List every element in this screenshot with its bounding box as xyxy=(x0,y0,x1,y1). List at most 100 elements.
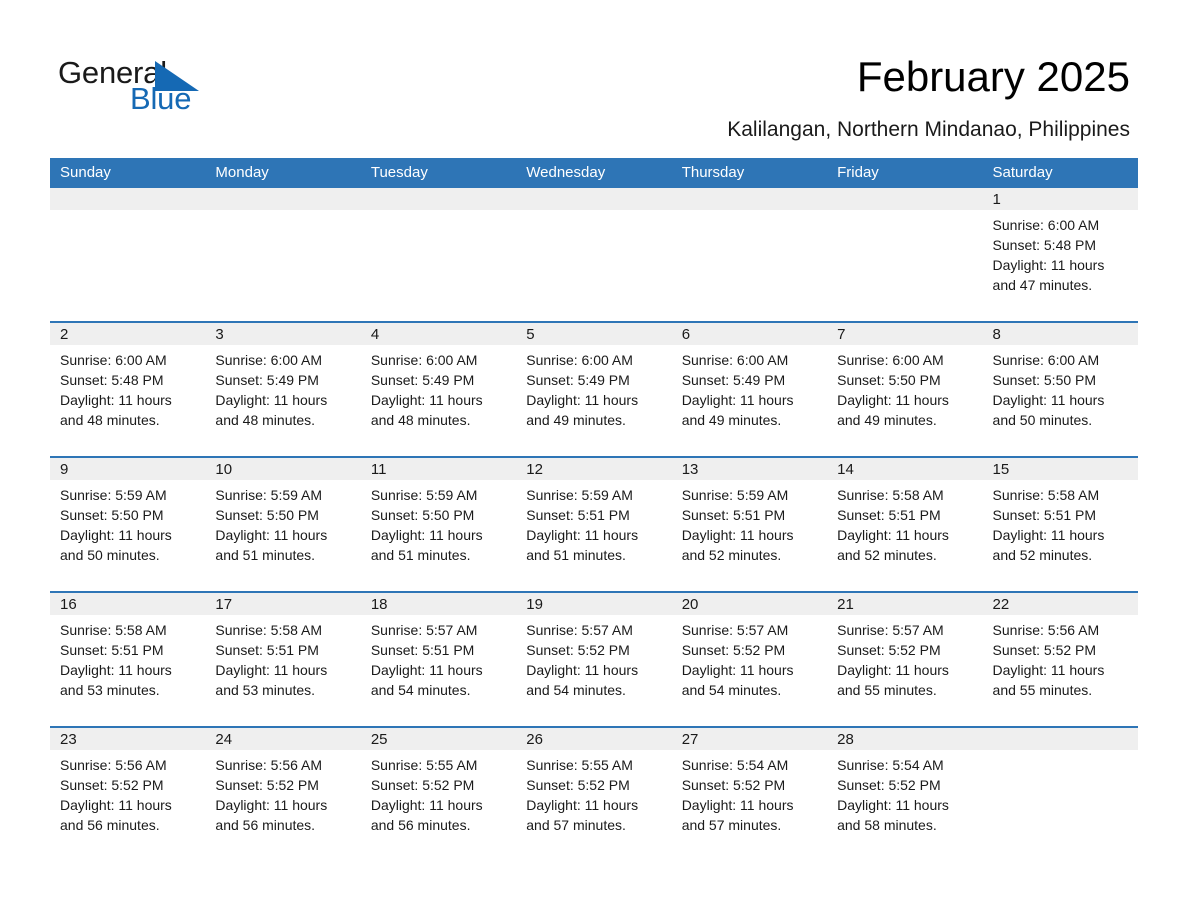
daylight-duration-line2: and 48 minutes. xyxy=(370,412,471,428)
day-cell-details xyxy=(50,210,205,215)
daylight-duration-line2: and 53 minutes. xyxy=(215,682,316,698)
sunrise-time: Sunrise: 5:59 AM xyxy=(526,487,633,503)
sunset-time: Sunset: 5:49 PM xyxy=(526,372,630,388)
sunrise-time: Sunrise: 5:56 AM xyxy=(60,757,167,773)
day-cell-inner: 16 Sunrise: 5:58 AM Sunset: 5:51 PM Dayligh… xyxy=(50,593,206,726)
calendar-day-cell[interactable]: 5 Sunrise: 6:00 AM Sunset: 5:49 PM Daylight… xyxy=(516,321,672,457)
daylight-duration-line1: Daylight: 11 hours xyxy=(60,662,172,678)
calendar-day-cell[interactable]: 27 Sunrise: 5:54 AM Sunset: 5:52 PM Dayligh… xyxy=(671,726,828,861)
calendar-day-cell[interactable]: 16 Sunrise: 5:58 AM Sunset: 5:51 PM Dayligh… xyxy=(50,591,206,727)
day-number: 13 xyxy=(671,458,828,480)
day-cell-details xyxy=(983,750,1138,755)
daylight-duration-line2: and 48 minutes. xyxy=(60,412,160,428)
sunset-time: Sunset: 5:52 PM xyxy=(837,642,941,658)
day-number xyxy=(360,188,517,210)
day-cell-inner: 17 Sunrise: 5:58 AM Sunset: 5:51 PM Dayligh… xyxy=(205,593,361,726)
calendar-day-cell[interactable]: 26 Sunrise: 5:55 AM Sunset: 5:52 PM Dayligh… xyxy=(516,726,672,861)
day-cell-inner xyxy=(360,188,517,321)
calendar-day-cell[interactable]: 7 Sunrise: 6:00 AM Sunset: 5:50 PM Daylight… xyxy=(827,321,983,457)
sunset-time: Sunset: 5:50 PM xyxy=(215,507,319,523)
calendar-day-cell[interactable]: 13 Sunrise: 5:59 AM Sunset: 5:51 PM Dayligh… xyxy=(671,456,828,592)
calendar-day-cell[interactable]: 9 Sunrise: 5:59 AM Sunset: 5:50 PM Daylight… xyxy=(50,456,206,592)
day-cell-inner: 23 Sunrise: 5:56 AM Sunset: 5:52 PM Dayligh… xyxy=(50,728,206,861)
day-number xyxy=(205,188,361,210)
day-cell-details: Sunrise: 5:59 AM Sunset: 5:50 PM Daylight:… xyxy=(50,480,205,565)
calendar-day-cell-empty xyxy=(516,188,672,322)
calendar-day-cell[interactable]: 11 Sunrise: 5:59 AM Sunset: 5:50 PM Dayligh… xyxy=(360,456,517,592)
sunset-time: Sunset: 5:52 PM xyxy=(370,777,475,793)
daylight-duration-line2: and 51 minutes. xyxy=(370,547,471,563)
calendar-day-cell[interactable]: 20 Sunrise: 5:57 AM Sunset: 5:52 PM Dayligh… xyxy=(671,591,828,727)
day-cell-inner: 6 Sunrise: 6:00 AM Sunset: 5:49 PM Daylight… xyxy=(671,323,828,456)
day-cell-details: Sunrise: 6:00 AM Sunset: 5:49 PM Daylight:… xyxy=(205,345,360,430)
daylight-duration-line1: Daylight: 11 hours xyxy=(370,527,483,543)
day-cell-inner: 19 Sunrise: 5:57 AM Sunset: 5:52 PM Dayligh… xyxy=(516,593,672,726)
calendar-day-cell[interactable]: 12 Sunrise: 5:59 AM Sunset: 5:51 PM Dayligh… xyxy=(516,456,672,592)
day-cell-details: Sunrise: 5:57 AM Sunset: 5:52 PM Daylight:… xyxy=(827,615,982,700)
daylight-duration-line1: Daylight: 11 hours xyxy=(370,797,483,813)
day-cell-details xyxy=(205,210,360,215)
weekday-header-saturday: Saturday xyxy=(982,158,1138,188)
calendar-page: General Blue February 2025 Kalilangan, N… xyxy=(0,0,1188,918)
day-cell-details xyxy=(516,210,671,215)
day-number: 10 xyxy=(205,458,361,480)
daylight-duration-line2: and 49 minutes. xyxy=(681,412,782,428)
calendar-day-cell[interactable]: 6 Sunrise: 6:00 AM Sunset: 5:49 PM Daylight… xyxy=(671,321,828,457)
calendar-day-cell[interactable]: 4 Sunrise: 6:00 AM Sunset: 5:49 PM Daylight… xyxy=(360,321,517,457)
weekday-header-thursday: Thursday xyxy=(671,158,828,188)
sunrise-time: Sunrise: 6:00 AM xyxy=(837,352,944,368)
calendar-day-cell[interactable]: 25 Sunrise: 5:55 AM Sunset: 5:52 PM Dayligh… xyxy=(360,726,517,861)
calendar-day-cell-empty xyxy=(671,188,828,322)
calendar-day-cell[interactable]: 28 Sunrise: 5:54 AM Sunset: 5:52 PM Dayligh… xyxy=(827,726,983,861)
calendar-day-cell[interactable]: 23 Sunrise: 5:56 AM Sunset: 5:52 PM Dayligh… xyxy=(50,726,206,861)
sunrise-time: Sunrise: 6:00 AM xyxy=(215,352,323,368)
day-cell-inner: 15 Sunrise: 5:58 AM Sunset: 5:51 PM Dayligh… xyxy=(982,458,1138,591)
day-cell-inner: 4 Sunrise: 6:00 AM Sunset: 5:49 PM Daylight… xyxy=(360,323,517,456)
day-cell-details xyxy=(672,210,827,215)
calendar-day-cell[interactable]: 15 Sunrise: 5:58 AM Sunset: 5:51 PM Dayligh… xyxy=(982,456,1138,592)
calendar-day-cell[interactable]: 24 Sunrise: 5:56 AM Sunset: 5:52 PM Dayligh… xyxy=(205,726,361,861)
calendar-day-cell[interactable]: 22 Sunrise: 5:56 AM Sunset: 5:52 PM Dayligh… xyxy=(982,591,1138,727)
sunset-time: Sunset: 5:52 PM xyxy=(681,777,786,793)
calendar-day-cell[interactable]: 8 Sunrise: 6:00 AM Sunset: 5:50 PM Daylight… xyxy=(982,321,1138,457)
sunset-time: Sunset: 5:48 PM xyxy=(992,237,1097,253)
day-number: 8 xyxy=(982,323,1138,345)
sunrise-time: Sunrise: 5:58 AM xyxy=(992,487,1100,503)
sunrise-time: Sunrise: 6:00 AM xyxy=(681,352,789,368)
sunset-time: Sunset: 5:51 PM xyxy=(215,642,319,658)
page-title: February 2025 xyxy=(856,53,1130,100)
calendar-day-cell[interactable]: 3 Sunrise: 6:00 AM Sunset: 5:49 PM Daylight… xyxy=(205,321,361,457)
day-cell-details: Sunrise: 5:58 AM Sunset: 5:51 PM Daylight:… xyxy=(983,480,1138,565)
weekday-header-monday: Monday xyxy=(205,158,361,188)
sunrise-time: Sunrise: 5:54 AM xyxy=(681,757,789,773)
day-cell-details: Sunrise: 6:00 AM Sunset: 5:48 PM Daylight:… xyxy=(50,345,205,430)
day-cell-inner: 3 Sunrise: 6:00 AM Sunset: 5:49 PM Daylight… xyxy=(205,323,361,456)
location-subtitle: Kalilangan, Northern Mindanao, Philippin… xyxy=(727,118,1130,141)
calendar-day-cell[interactable]: 2 Sunrise: 6:00 AM Sunset: 5:48 PM Daylight… xyxy=(50,321,206,457)
sunrise-time: Sunrise: 6:00 AM xyxy=(526,352,633,368)
calendar-day-cell[interactable]: 19 Sunrise: 5:57 AM Sunset: 5:52 PM Dayligh… xyxy=(516,591,672,727)
calendar-day-cell-empty xyxy=(982,726,1138,861)
sunset-time: Sunset: 5:50 PM xyxy=(370,507,475,523)
day-number: 28 xyxy=(827,728,983,750)
sunset-time: Sunset: 5:50 PM xyxy=(837,372,941,388)
daylight-duration-line1: Daylight: 11 hours xyxy=(526,797,639,813)
day-number: 2 xyxy=(50,323,206,345)
calendar-day-cell[interactable]: 18 Sunrise: 5:57 AM Sunset: 5:51 PM Dayligh… xyxy=(360,591,517,727)
daylight-duration-line1: Daylight: 11 hours xyxy=(681,662,794,678)
day-number: 19 xyxy=(516,593,672,615)
daylight-duration-line2: and 55 minutes. xyxy=(837,682,937,698)
calendar-day-cell[interactable]: 17 Sunrise: 5:58 AM Sunset: 5:51 PM Dayligh… xyxy=(205,591,361,727)
calendar-day-cell[interactable]: 21 Sunrise: 5:57 AM Sunset: 5:52 PM Dayligh… xyxy=(827,591,983,727)
sunset-time: Sunset: 5:48 PM xyxy=(60,372,164,388)
daylight-duration-line1: Daylight: 11 hours xyxy=(60,797,172,813)
daylight-duration-line1: Daylight: 11 hours xyxy=(837,797,949,813)
calendar-day-cell[interactable]: 14 Sunrise: 5:58 AM Sunset: 5:51 PM Dayligh… xyxy=(827,456,983,592)
daylight-duration-line1: Daylight: 11 hours xyxy=(526,392,639,408)
calendar-day-cell[interactable]: 1 Sunrise: 6:00 AM Sunset: 5:48 PM Daylight… xyxy=(982,188,1138,322)
calendar-body: 1 Sunrise: 6:00 AM Sunset: 5:48 PM Daylight… xyxy=(50,188,1138,861)
day-number: 23 xyxy=(50,728,206,750)
daylight-duration-line2: and 51 minutes. xyxy=(215,547,316,563)
calendar-day-cell[interactable]: 10 Sunrise: 5:59 AM Sunset: 5:50 PM Dayligh… xyxy=(205,456,361,592)
daylight-duration-line2: and 48 minutes. xyxy=(215,412,316,428)
